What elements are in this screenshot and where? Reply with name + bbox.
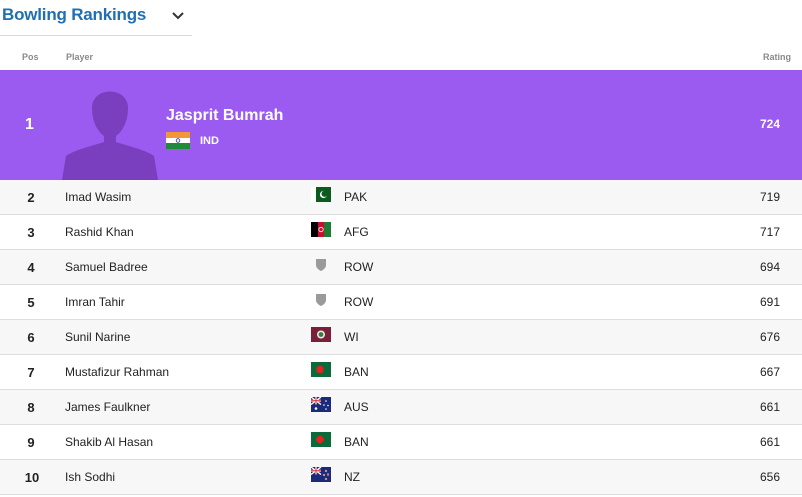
rank-position: 8 bbox=[27, 400, 35, 415]
table-row[interactable]: 5 Imran Tahir ROW 691 bbox=[0, 285, 802, 320]
team-code: BAN bbox=[344, 435, 369, 449]
rating-value: 656 bbox=[759, 470, 780, 484]
shield-icon bbox=[316, 294, 326, 306]
player-name[interactable]: Mustafizur Rahman bbox=[65, 365, 169, 379]
player-name[interactable]: Samuel Badree bbox=[65, 260, 148, 274]
rating-value: 661 bbox=[759, 435, 780, 449]
table-row[interactable]: 7 Mustafizur Rahman BAN 667 bbox=[0, 355, 802, 390]
team-code: ROW bbox=[344, 260, 374, 274]
player-silhouette-icon bbox=[62, 91, 158, 180]
rankings-list: 2 Imad Wasim PAK 719 3 Rashid Khan AFG 7… bbox=[0, 180, 802, 495]
rating-value: 667 bbox=[759, 365, 780, 379]
rating-value: 691 bbox=[759, 295, 780, 309]
rank-position: 10 bbox=[24, 470, 40, 485]
team-code: WI bbox=[344, 330, 359, 344]
player-name[interactable]: Rashid Khan bbox=[65, 225, 134, 239]
new-zealand-flag bbox=[311, 467, 331, 482]
team-code: PAK bbox=[344, 190, 368, 204]
team-code: AUS bbox=[344, 400, 369, 414]
rating-value: 719 bbox=[759, 190, 780, 204]
team-code: ROW bbox=[344, 295, 374, 309]
page-title: Bowling Rankings bbox=[2, 5, 147, 24]
player-name[interactable]: Imran Tahir bbox=[65, 295, 125, 309]
column-header-rating: Rating bbox=[763, 52, 791, 62]
table-row[interactable]: 6 Sunil Narine WI 676 bbox=[0, 320, 802, 355]
rank-position: 9 bbox=[27, 435, 35, 450]
team-code: AFG bbox=[344, 225, 369, 239]
player-name[interactable]: James Faulkner bbox=[65, 400, 150, 414]
table-row[interactable]: 4 Samuel Badree ROW 694 bbox=[0, 250, 802, 285]
table-row[interactable]: 10 Ish Sodhi NZ 656 bbox=[0, 460, 802, 495]
rank-position: 1 bbox=[25, 116, 34, 133]
column-header-player: Player bbox=[66, 52, 94, 62]
rating-value: 694 bbox=[759, 260, 780, 274]
rank-position: 3 bbox=[27, 225, 35, 240]
shield-icon bbox=[316, 259, 326, 271]
top-ranked-row[interactable]: 1 Jasprit Bumrah IND 724 bbox=[0, 70, 802, 180]
rankings-header: Bowling Rankings bbox=[0, 0, 192, 36]
pakistan-flag bbox=[311, 187, 331, 202]
rank-position: 6 bbox=[27, 330, 35, 345]
player-name[interactable]: Sunil Narine bbox=[65, 330, 130, 344]
rating-value: 717 bbox=[759, 225, 780, 239]
rank-position: 4 bbox=[27, 260, 35, 275]
table-row[interactable]: 2 Imad Wasim PAK 719 bbox=[0, 180, 802, 215]
table-row[interactable]: 9 Shakib Al Hasan BAN 661 bbox=[0, 425, 802, 460]
table-row[interactable]: 3 Rashid Khan AFG 717 bbox=[0, 215, 802, 250]
australia-flag bbox=[311, 397, 331, 412]
player-name[interactable]: Jasprit Bumrah bbox=[166, 107, 283, 125]
bangladesh-flag bbox=[311, 432, 331, 447]
rating-value: 724 bbox=[759, 117, 780, 131]
player-name[interactable]: Shakib Al Hasan bbox=[65, 435, 153, 449]
rank-position: 5 bbox=[27, 295, 35, 310]
player-name[interactable]: Ish Sodhi bbox=[65, 470, 115, 484]
india-flag bbox=[166, 132, 190, 149]
afghanistan-flag bbox=[311, 222, 331, 237]
west-indies-flag bbox=[311, 327, 331, 342]
rank-position: 2 bbox=[27, 190, 35, 205]
team-code: NZ bbox=[344, 470, 360, 484]
bangladesh-flag bbox=[311, 362, 331, 377]
rating-value: 676 bbox=[759, 330, 780, 344]
column-header-pos: Pos bbox=[22, 52, 39, 62]
team-code: IND bbox=[200, 135, 219, 147]
player-name[interactable]: Imad Wasim bbox=[65, 190, 131, 204]
team-code: BAN bbox=[344, 365, 369, 379]
chevron-down-icon[interactable] bbox=[170, 9, 186, 23]
rating-value: 661 bbox=[759, 400, 780, 414]
table-row[interactable]: 8 James Faulkner AUS 661 bbox=[0, 390, 802, 425]
rank-position: 7 bbox=[27, 365, 35, 380]
